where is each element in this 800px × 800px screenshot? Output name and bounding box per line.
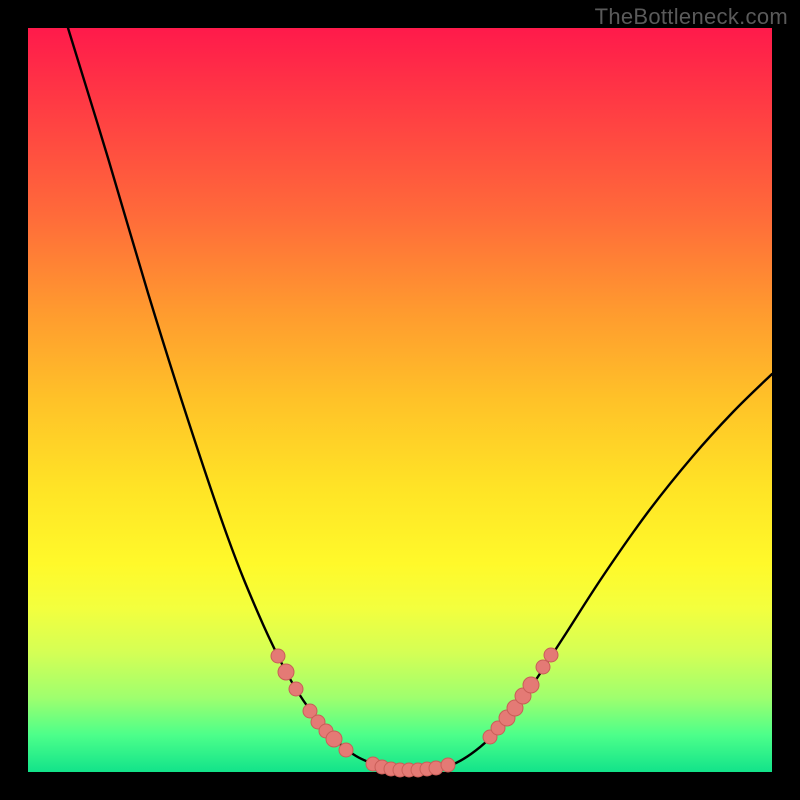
curve-marker [289, 682, 303, 696]
curve-marker [339, 743, 353, 757]
plot-area [28, 28, 772, 772]
watermark-text: TheBottleneck.com [595, 4, 788, 30]
curve-marker [544, 648, 558, 662]
curve-marker [536, 660, 550, 674]
curve-marker [441, 758, 455, 772]
curve-marker [278, 664, 294, 680]
curve-markers [271, 648, 558, 777]
chart-frame: TheBottleneck.com [0, 0, 800, 800]
curve-marker [326, 731, 342, 747]
curve-svg [28, 28, 772, 772]
curve-marker [523, 677, 539, 693]
curve-marker [271, 649, 285, 663]
bottleneck-curve [68, 28, 772, 771]
